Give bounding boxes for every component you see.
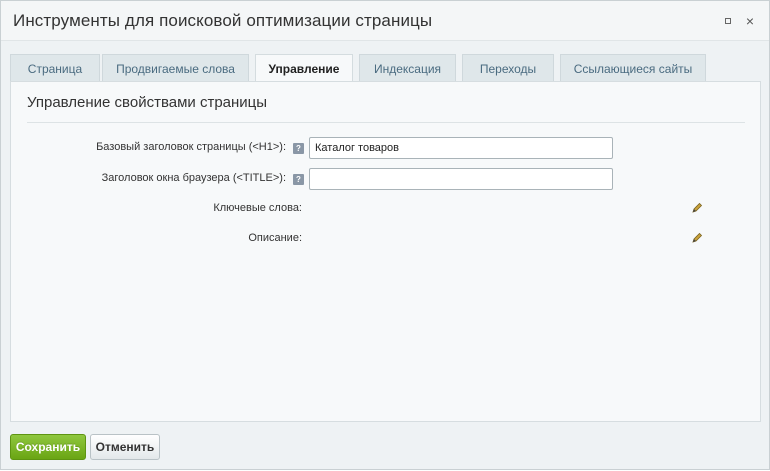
panel-divider — [27, 122, 745, 123]
restore-icon[interactable] — [721, 14, 735, 28]
help-icon[interactable]: ? — [293, 143, 304, 154]
tab-page[interactable]: Страница — [10, 54, 100, 82]
tab-label: Ссылающиеся сайты — [573, 61, 693, 76]
tab-label: Индексация — [373, 61, 442, 76]
tab-label: Управление — [268, 62, 340, 76]
management-panel: Управление свойствами страницы Базовый з… — [10, 81, 761, 422]
h1-input[interactable] — [309, 137, 613, 159]
description-label: Описание: — [248, 232, 302, 244]
h1-label: Базовый заголовок страницы (<H1>): — [96, 141, 286, 153]
edit-pencil-icon[interactable] — [691, 232, 703, 244]
close-icon[interactable]: × — [743, 14, 757, 28]
tab-label: Страница — [27, 61, 83, 76]
tab-referrals[interactable]: Переходы — [462, 54, 554, 82]
tab-management[interactable]: Управление — [255, 54, 353, 83]
dialog-title: Инструменты для поисковой оптимизации ст… — [13, 11, 433, 30]
panel-heading: Управление свойствами страницы — [27, 94, 268, 111]
help-icon[interactable]: ? — [293, 174, 304, 185]
save-button-label: Сохранить — [15, 440, 81, 454]
cancel-button[interactable]: Отменить — [90, 434, 160, 460]
save-button[interactable]: Сохранить — [10, 434, 86, 460]
title-input[interactable] — [309, 168, 613, 190]
restore-glyph — [725, 18, 731, 24]
cancel-button-label: Отменить — [95, 440, 155, 454]
dialog-footer: Сохранить Отменить — [1, 422, 769, 471]
tab-promoted-words[interactable]: Продвигаемые слова — [102, 54, 249, 82]
title-label: Заголовок окна браузера (<TITLE>): — [101, 172, 286, 184]
tab-indexing[interactable]: Индексация — [359, 54, 456, 82]
seo-tools-dialog: Инструменты для поисковой оптимизации ст… — [0, 0, 770, 470]
tab-label: Переходы — [479, 61, 537, 76]
dialog-titlebar[interactable]: Инструменты для поисковой оптимизации ст… — [1, 1, 769, 41]
edit-pencil-icon[interactable] — [691, 202, 703, 214]
tab-label: Продвигаемые слова — [116, 61, 235, 76]
close-glyph: × — [745, 13, 755, 29]
tab-linking-sites[interactable]: Ссылающиеся сайты — [560, 54, 706, 82]
keywords-label: Ключевые слова: — [213, 202, 302, 214]
